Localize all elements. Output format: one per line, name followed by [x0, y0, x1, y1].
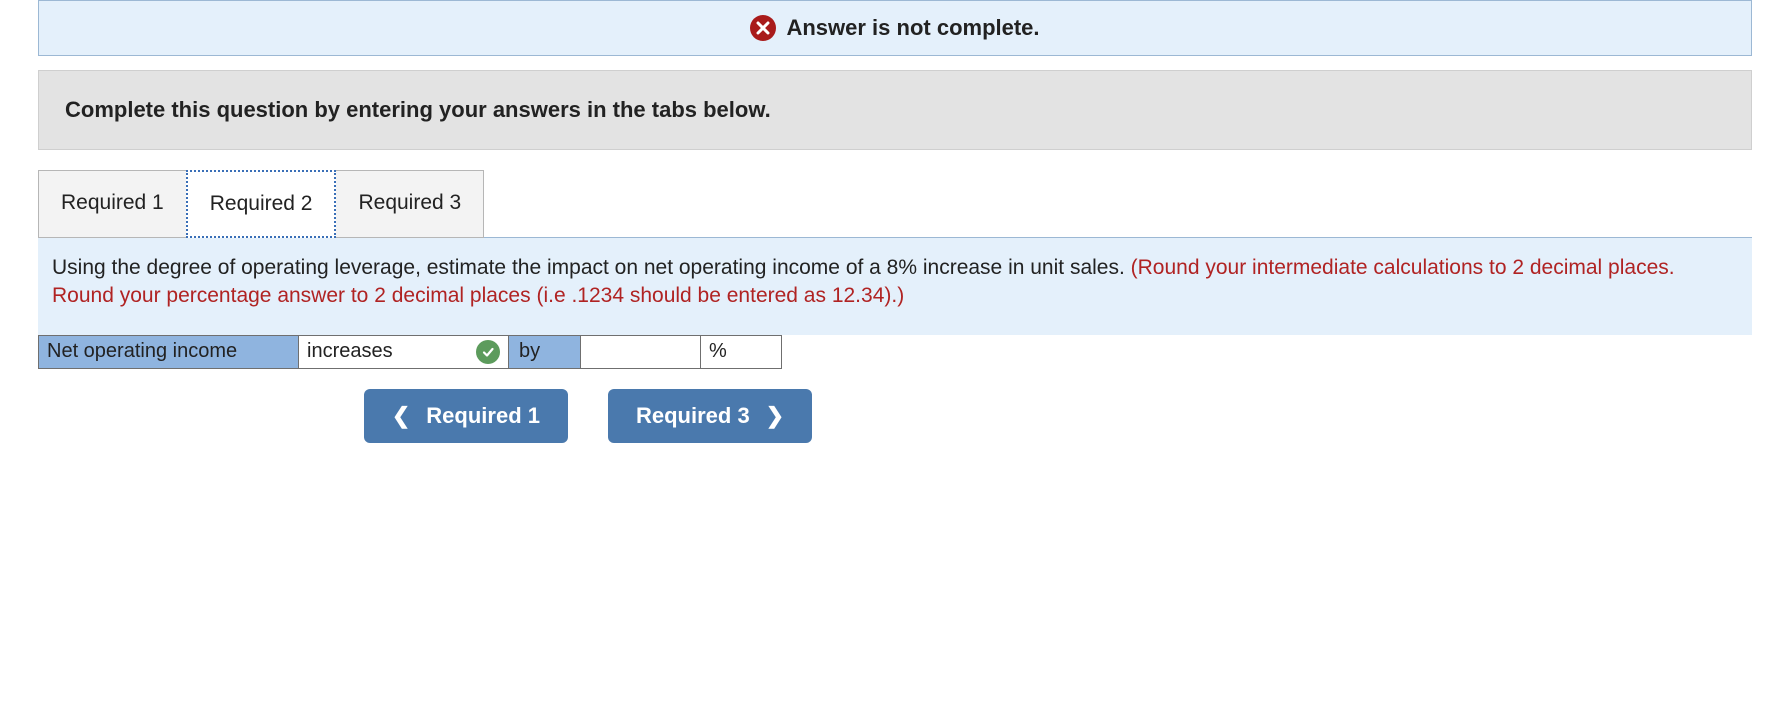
answer-row-label: Net operating income [39, 336, 299, 368]
tab-required-3[interactable]: Required 3 [335, 170, 484, 238]
tab-label: Required 3 [358, 191, 461, 214]
question-panel: Using the degree of operating leverage, … [38, 237, 1752, 335]
tab-required-1[interactable]: Required 1 [38, 170, 187, 238]
question-prompt: Using the degree of operating leverage, … [52, 256, 1131, 279]
chevron-right-icon: ❯ [766, 403, 784, 429]
instruction-text: Complete this question by entering your … [65, 97, 771, 122]
prev-button[interactable]: ❮ Required 1 [364, 389, 568, 443]
answer-row: Net operating income increases by % [38, 335, 782, 369]
direction-value: increases [307, 340, 393, 363]
tabs-row: Required 1 Required 2 Required 3 [38, 170, 1752, 238]
direction-select[interactable]: increases [299, 336, 509, 368]
next-label: Required 3 [636, 403, 750, 429]
error-icon [750, 15, 776, 41]
tab-label: Required 2 [210, 192, 313, 215]
status-bar: Answer is not complete. [38, 0, 1752, 56]
unit-label: % [701, 336, 781, 368]
by-label: by [509, 336, 581, 368]
next-button[interactable]: Required 3 ❯ [608, 389, 812, 443]
status-message: Answer is not complete. [786, 15, 1039, 41]
percent-input[interactable] [581, 336, 700, 368]
chevron-left-icon: ❮ [392, 403, 410, 429]
tab-label: Required 1 [61, 191, 164, 214]
nav-row: ❮ Required 1 Required 3 ❯ [38, 389, 1138, 443]
prev-label: Required 1 [426, 403, 540, 429]
instruction-bar: Complete this question by entering your … [38, 70, 1752, 150]
check-icon [476, 340, 500, 364]
percent-input-cell [581, 336, 701, 368]
tab-required-2[interactable]: Required 2 [186, 170, 337, 238]
